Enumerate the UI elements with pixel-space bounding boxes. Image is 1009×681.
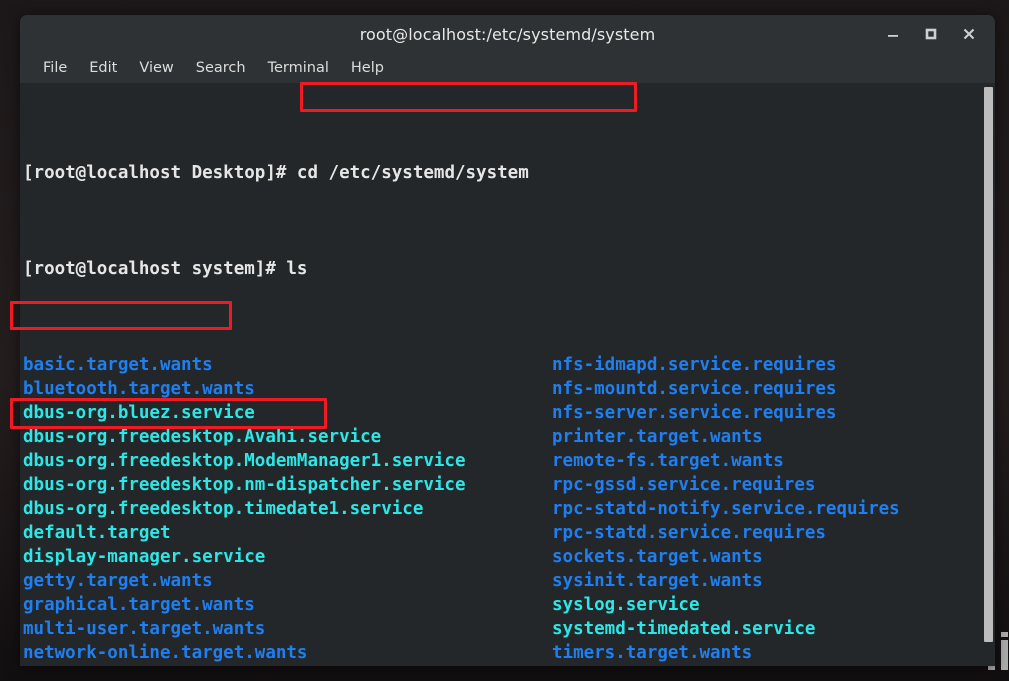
close-icon[interactable] [961,26,977,42]
maximize-icon[interactable] [923,26,939,42]
ls-row: display-manager.service sockets.target.wa… [23,545,995,569]
ls-entry-syslog.service: syslog.service [552,595,700,615]
ls-entry-rpc-gssd.service.requires: rpc-gssd.service.requires [552,475,816,495]
ls-row: dbus-org.freedesktop.Avahi.service printe… [23,425,995,449]
ls-entry-nfs-idmapd.service.requires: nfs-idmapd.service.requires [552,355,837,375]
terminal-window: root@localhost:/etc/systemd/system File … [20,15,995,666]
ls-entry-sockets.target.wants: sockets.target.wants [552,547,763,567]
minimize-icon[interactable] [885,26,901,42]
menu-item-help[interactable]: Help [340,57,395,79]
window-title: root@localhost:/etc/systemd/system [359,24,656,44]
ls-entry-dbus-org.freedesktop.timedate1.service: dbus-org.freedesktop.timedate1.service [23,499,424,519]
ls-row: bluetooth.target.wants nfs-mountd.service… [23,377,995,401]
desktop-background: root@localhost:/etc/systemd/system File … [0,0,1009,681]
ls-entry-network-online.target.wants: network-online.target.wants [23,643,308,663]
scrollbar-thumb[interactable] [984,87,993,642]
menu-item-terminal[interactable]: Terminal [257,57,340,79]
ls-entry-timers.target.wants: timers.target.wants [552,643,753,663]
ls-entry-printer.target.wants: printer.target.wants [552,427,763,447]
terminal-line-prompt-2: [root@localhost system]# ls [23,257,995,281]
ls-row: basic.target.wants nfs-idmapd.service.req… [23,353,995,377]
desktop-glyph-dot [1001,632,1008,637]
ls-entry-dbus-org.freedesktop.nm-dispatcher.service: dbus-org.freedesktop.nm-dispatcher.servi… [23,475,466,495]
ls-entry-dbus-org.freedesktop.ModemManager1.service: dbus-org.freedesktop.ModemManager1.servi… [23,451,466,471]
ls-entry-dbus-org.freedesktop.Avahi.service: dbus-org.freedesktop.Avahi.service [23,427,382,447]
terminal-body[interactable]: [root@localhost Desktop]# cd /etc/system… [20,83,995,666]
ls-entry-vmtoolsd.service.requires: vmtoolsd.service.requires [552,665,815,666]
ls-entry-sysinit.target.wants: sysinit.target.wants [552,571,763,591]
menu-item-search[interactable]: Search [185,57,257,79]
ls-entry-bluetooth.target.wants: bluetooth.target.wants [23,379,255,399]
ls-entry-dbus-org.bluez.service: dbus-org.bluez.service [23,403,255,423]
ls-entry-systemd-timedated.service: systemd-timedated.service [552,619,816,639]
ls-row: graphical.target.wants syslog.service [23,593,995,617]
ls-row: multi-user.target.wants systemd-timedated… [23,617,995,641]
menu-bar: File Edit View Search Terminal Help [20,53,995,83]
ls-row: default.target rpc-statd.service.requires [23,521,995,545]
ls-row: dbus-org.freedesktop.timedate1.service rp… [23,497,995,521]
ls-entry-nfs-mountd.service.requires: nfs-mountd.service.requires [552,379,837,399]
ls-entry-getty.target.wants: getty.target.wants [23,571,213,591]
ls-entry-rpc-statd-notify.service.requires: rpc-statd-notify.service.requires [552,499,900,519]
title-bar[interactable]: root@localhost:/etc/systemd/system [20,15,995,53]
ls-row: network-online.target.wants timers.target… [23,641,995,665]
ls-entry-display-manager.service: display-manager.service [23,547,266,567]
ls-listing: basic.target.wants nfs-idmapd.service.req… [23,353,995,666]
terminal-line-prompt-1: [root@localhost Desktop]# cd /etc/system… [23,161,995,185]
command-cd: ]# cd /etc/systemd/system [265,163,529,183]
scrollbar-track[interactable] [981,83,995,666]
window-controls [885,15,985,53]
prompt-text-1: [root@localhost Desktop [23,163,266,183]
ls-entry-default.target: default.target [23,523,171,543]
ls-entry-rpc-statd.service.requires: rpc-statd.service.requires [552,523,826,543]
ls-row: getty.target.wants sysinit.target.wants [23,569,995,593]
ls-entry-remote-fs.target.wants: remote-fs.target.wants [552,451,784,471]
menu-item-edit[interactable]: Edit [78,57,128,79]
ls-row: dbus-org.bluez.service nfs-server.service… [23,401,995,425]
ls-entry-nfs-blkmap.service.requires: nfs-blkmap.service.requires [23,665,307,666]
menu-item-view[interactable]: View [128,57,184,79]
ls-entry-nfs-server.service.requires: nfs-server.service.requires [552,403,837,423]
ls-row: nfs-blkmap.service.requires vmtoolsd.serv… [23,665,995,666]
command-ls: [root@localhost system]# ls [23,259,308,279]
ls-row: dbus-org.freedesktop.ModemManager1.servi… [23,449,995,473]
desktop-glyph-bar-2 [1001,640,1008,670]
menu-item-file[interactable]: File [32,57,78,79]
ls-row: dbus-org.freedesktop.nm-dispatcher.servi… [23,473,995,497]
ls-entry-graphical.target.wants: graphical.target.wants [23,595,255,615]
ls-entry-basic.target.wants: basic.target.wants [23,355,213,375]
terminal-output: [root@localhost Desktop]# cd /etc/system… [20,83,995,666]
ls-entry-multi-user.target.wants: multi-user.target.wants [23,619,266,639]
